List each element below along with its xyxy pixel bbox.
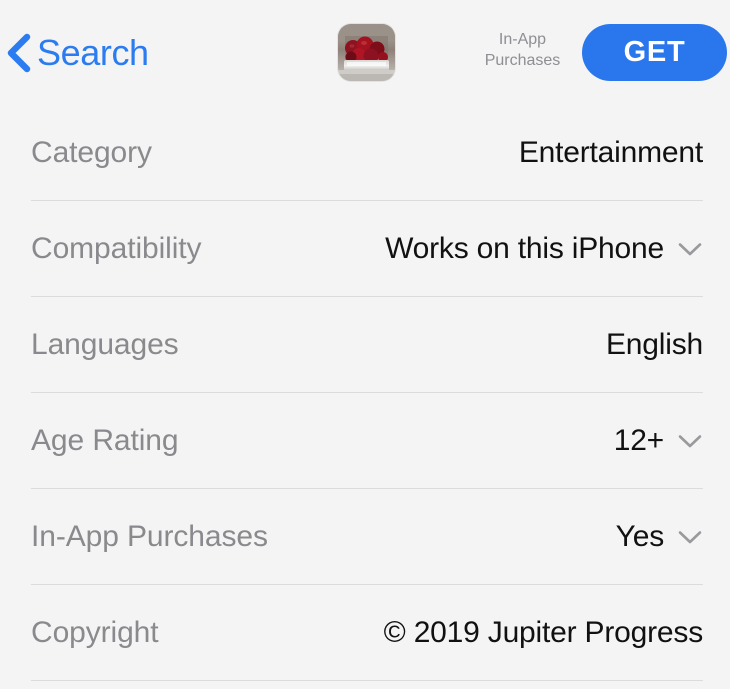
- row-label-in-app-purchases: In-App Purchases: [31, 520, 268, 553]
- iap-note-line-1: In-App: [498, 31, 547, 48]
- table-row[interactable]: Age Rating 12+: [0, 393, 730, 489]
- row-value-copyright: © 2019 Jupiter Progress: [383, 616, 704, 649]
- row-label-copyright: Copyright: [31, 616, 159, 649]
- app-icon-thumbnail[interactable]: [338, 24, 395, 81]
- back-to-search-button[interactable]: Search: [6, 27, 149, 79]
- table-row: Copyright © 2019 Jupiter Progress: [0, 585, 730, 681]
- table-row: Languages English: [0, 297, 730, 393]
- row-value-age-rating: 12+: [613, 424, 664, 457]
- row-label-compatibility: Compatibility: [31, 232, 202, 265]
- row-separator: [31, 680, 703, 681]
- chevron-down-icon[interactable]: [677, 241, 703, 257]
- table-row[interactable]: Compatibility Works on this iPhone: [0, 201, 730, 297]
- chevron-down-icon[interactable]: [677, 433, 703, 449]
- row-label-category: Category: [31, 136, 152, 169]
- iap-note-line-2: Purchases: [484, 52, 561, 69]
- back-button-label: Search: [37, 32, 149, 73]
- row-label-languages: Languages: [31, 328, 179, 361]
- table-row[interactable]: In-App Purchases Yes: [0, 489, 730, 585]
- chevron-down-icon[interactable]: [677, 529, 703, 545]
- row-value-languages: English: [606, 328, 703, 361]
- navigation-bar: Search In-App Purchases GET: [0, 0, 730, 105]
- app-info-table: Category Entertainment Compatibility Wor…: [0, 105, 730, 681]
- chevron-left-icon: [7, 33, 31, 73]
- row-label-age-rating: Age Rating: [31, 424, 179, 457]
- row-value-category: Entertainment: [518, 136, 703, 169]
- get-button[interactable]: GET: [582, 24, 727, 81]
- in-app-purchases-note: In-App Purchases: [470, 29, 575, 71]
- row-value-in-app-purchases: Yes: [615, 520, 665, 553]
- table-row: Category Entertainment: [0, 105, 730, 201]
- row-value-compatibility: Works on this iPhone: [385, 232, 664, 265]
